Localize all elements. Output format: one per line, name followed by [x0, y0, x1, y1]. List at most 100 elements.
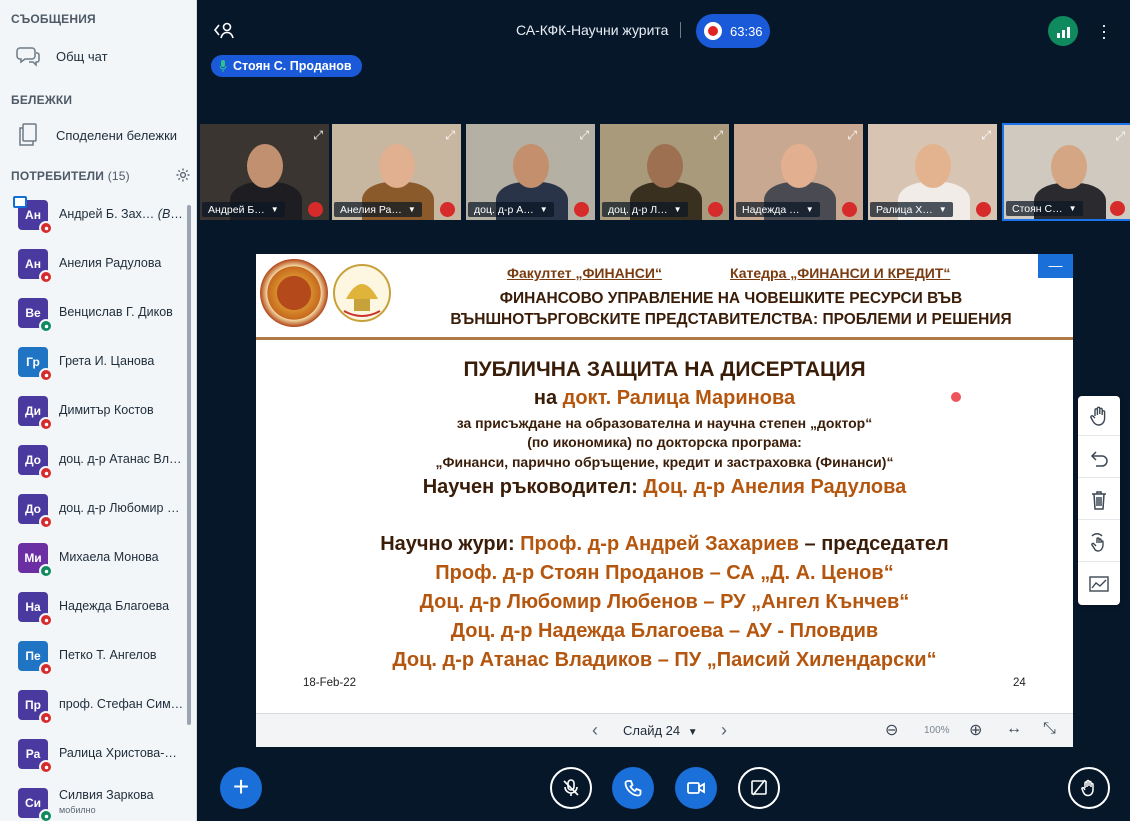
user-list-item[interactable]: Ан Андрей Б. Зах… (Вие) [0, 192, 190, 241]
expand-icon[interactable]: ⤢ [847, 128, 857, 143]
participant-video[interactable]: ⤢ доц. д-р Л… ▼ [599, 123, 730, 221]
avatar-initials: Гр [26, 355, 40, 369]
user-name: доц. д-р Любомир Л… [59, 501, 187, 515]
toggle-userlist-button[interactable] [213, 20, 235, 45]
user-list-item[interactable]: Пр проф. Стефан Сим… [0, 682, 190, 731]
user-list-item[interactable]: До доц. д-р Атанас Вла… [0, 437, 190, 486]
fullscreen-icon[interactable]: ⤡ [1043, 720, 1056, 738]
multi-user-whiteboard-button[interactable] [1078, 522, 1120, 562]
user-list-item[interactable]: Гр Грета И. Цанова [0, 339, 190, 388]
participant-video[interactable]: ⤢ Анелия Ра… ▼ [331, 123, 462, 221]
app-window: СЪОБЩЕНИЯ Общ чат БЕЛЕЖКИ Споделени беле… [0, 0, 1130, 821]
user-list-item[interactable]: Ве Венцислав Г. Диков [0, 290, 190, 339]
screen-share-off-icon [751, 779, 767, 796]
chat-icon [0, 45, 56, 67]
avatar-initials: Пр [25, 698, 41, 712]
expand-icon[interactable]: ⤢ [713, 128, 723, 143]
zoom-out-icon[interactable]: ⊖ [885, 720, 898, 740]
raise-hand-button[interactable] [1068, 767, 1110, 809]
muted-microphone-icon [39, 221, 53, 235]
shared-notes-label: Споделени бележки [56, 127, 178, 143]
video-label: Надежда … ▼ [736, 202, 820, 217]
user-list-scrollbar[interactable] [187, 205, 191, 725]
slide-select[interactable]: Слайд 24 ▼ [623, 723, 698, 738]
avatar-initials: До [24, 453, 42, 467]
recording-indicator[interactable]: 63:36 [696, 14, 770, 48]
next-slide-button[interactable]: › [721, 720, 727, 741]
participant-face [1051, 145, 1087, 189]
jury-label: Научно жури: [380, 533, 515, 555]
connection-status-button[interactable] [1048, 16, 1078, 46]
user-name: Андрей Б. Зах… (Вие) [59, 207, 187, 221]
participant-face [915, 144, 951, 188]
participant-face [781, 144, 817, 188]
jury-chair-role: – председател [804, 533, 949, 555]
minimize-presentation-button[interactable]: — [1038, 254, 1073, 278]
slide-select-label: Слайд 24 [623, 723, 681, 738]
leave-audio-button[interactable] [612, 767, 654, 809]
previous-slide-button[interactable]: ‹ [592, 720, 598, 741]
avatar-initials: Ан [25, 208, 41, 222]
undo-button[interactable] [1078, 438, 1120, 478]
public-chat-item[interactable]: Общ чат [0, 36, 196, 76]
user-list-item[interactable]: На Надежда Благоева [0, 584, 190, 633]
participant-video[interactable]: ⤢ доц. д-р А… ▼ [465, 123, 596, 221]
gear-icon[interactable] [175, 167, 191, 183]
avatar-initials: Ди [25, 404, 41, 418]
user-name: Михаела Монова [59, 550, 159, 564]
fit-width-icon[interactable]: ↔ [1006, 720, 1022, 738]
users-section-title: ПОТРЕБИТЕЛИ (15) [11, 169, 130, 183]
options-menu-button[interactable]: · · · [1101, 16, 1107, 46]
user-list-item[interactable]: До доц. д-р Любомир Л… [0, 486, 190, 535]
muted-microphone-icon [39, 662, 53, 676]
user-name: Ралица Христова-М… [59, 746, 187, 760]
participant-face [513, 144, 549, 188]
expand-icon[interactable]: ⤢ [579, 128, 589, 143]
hand-tool-button[interactable] [1078, 396, 1120, 436]
user-list-item[interactable]: Ан Анелия Радулова [0, 241, 190, 290]
whiteboard-chart-button[interactable] [1078, 564, 1120, 604]
user-list-item[interactable]: Ми Михаела Монова [0, 535, 190, 584]
user-list-item[interactable]: Ди Димитър Костов [0, 388, 190, 437]
muted-microphone-icon [574, 202, 589, 217]
supervisor-line: Научен ръководител: Доц. д-р Анелия Раду… [256, 476, 1073, 499]
expand-icon[interactable]: ⤢ [445, 128, 455, 143]
headphones-icon [39, 319, 53, 333]
avatar-initials: Пе [25, 649, 41, 663]
user-device: мобилно [59, 805, 96, 815]
camera-button[interactable] [675, 767, 717, 809]
expand-icon[interactable]: ⤢ [1115, 129, 1125, 144]
supervisor-name: Доц. д-р Анелия Радулова [643, 476, 907, 498]
expand-icon[interactable]: ⤢ [313, 128, 323, 143]
program-line: (по икономика) по докторска програма: [527, 434, 802, 450]
user-list-item[interactable]: Си Силвия Заркова мобилно [0, 780, 190, 821]
expand-icon[interactable]: ⤢ [981, 128, 991, 143]
topic-line-2: ВЪНШНОТЪРГОВСКИТЕ ПРЕДСТАВИТЕЛСТВА: ПРОБ… [450, 311, 1012, 328]
muted-microphone-icon [440, 202, 455, 217]
public-chat-label: Общ чат [56, 48, 108, 64]
muted-microphone-icon [842, 202, 857, 217]
participant-face [647, 144, 683, 188]
mute-button[interactable] [550, 767, 592, 809]
program-name-line: „Финанси, парично обръщение, кредит и за… [435, 454, 894, 470]
annotation-toolbar [1078, 396, 1120, 605]
award-line: за присъждане на образователна и научна … [456, 415, 873, 431]
muted-microphone-icon [39, 760, 53, 774]
user-name: Грета И. Цанова [59, 354, 155, 368]
user-list-item[interactable]: Пе Петко Т. Ангелов [0, 633, 190, 682]
notes-icon [0, 123, 56, 147]
zoom-in-icon[interactable]: ⊕ [969, 720, 982, 740]
share-screen-button[interactable] [738, 767, 780, 809]
actions-plus-button[interactable]: + [220, 767, 262, 809]
video-label: доц. д-р Л… ▼ [602, 202, 688, 217]
title-divider [680, 22, 681, 38]
participant-video[interactable]: ⤢ Стоян С… ▼ [1002, 123, 1130, 221]
user-list-item[interactable]: Ра Ралица Христова-М… [0, 731, 190, 780]
shared-notes-item[interactable]: Споделени бележки [0, 115, 196, 155]
clear-annotations-button[interactable] [1078, 480, 1120, 520]
participant-video[interactable]: ⤢ Надежда … ▼ [733, 123, 864, 221]
participant-video[interactable]: ⤢ Ралица Х… ▼ [867, 123, 998, 221]
participant-video[interactable]: ⤢ Андрей Б… ▼ [199, 123, 330, 221]
slide-date: 18-Feb-22 [303, 677, 357, 689]
department-text: Катедра „ФИНАНСИ И КРЕДИТ“ [730, 265, 951, 281]
